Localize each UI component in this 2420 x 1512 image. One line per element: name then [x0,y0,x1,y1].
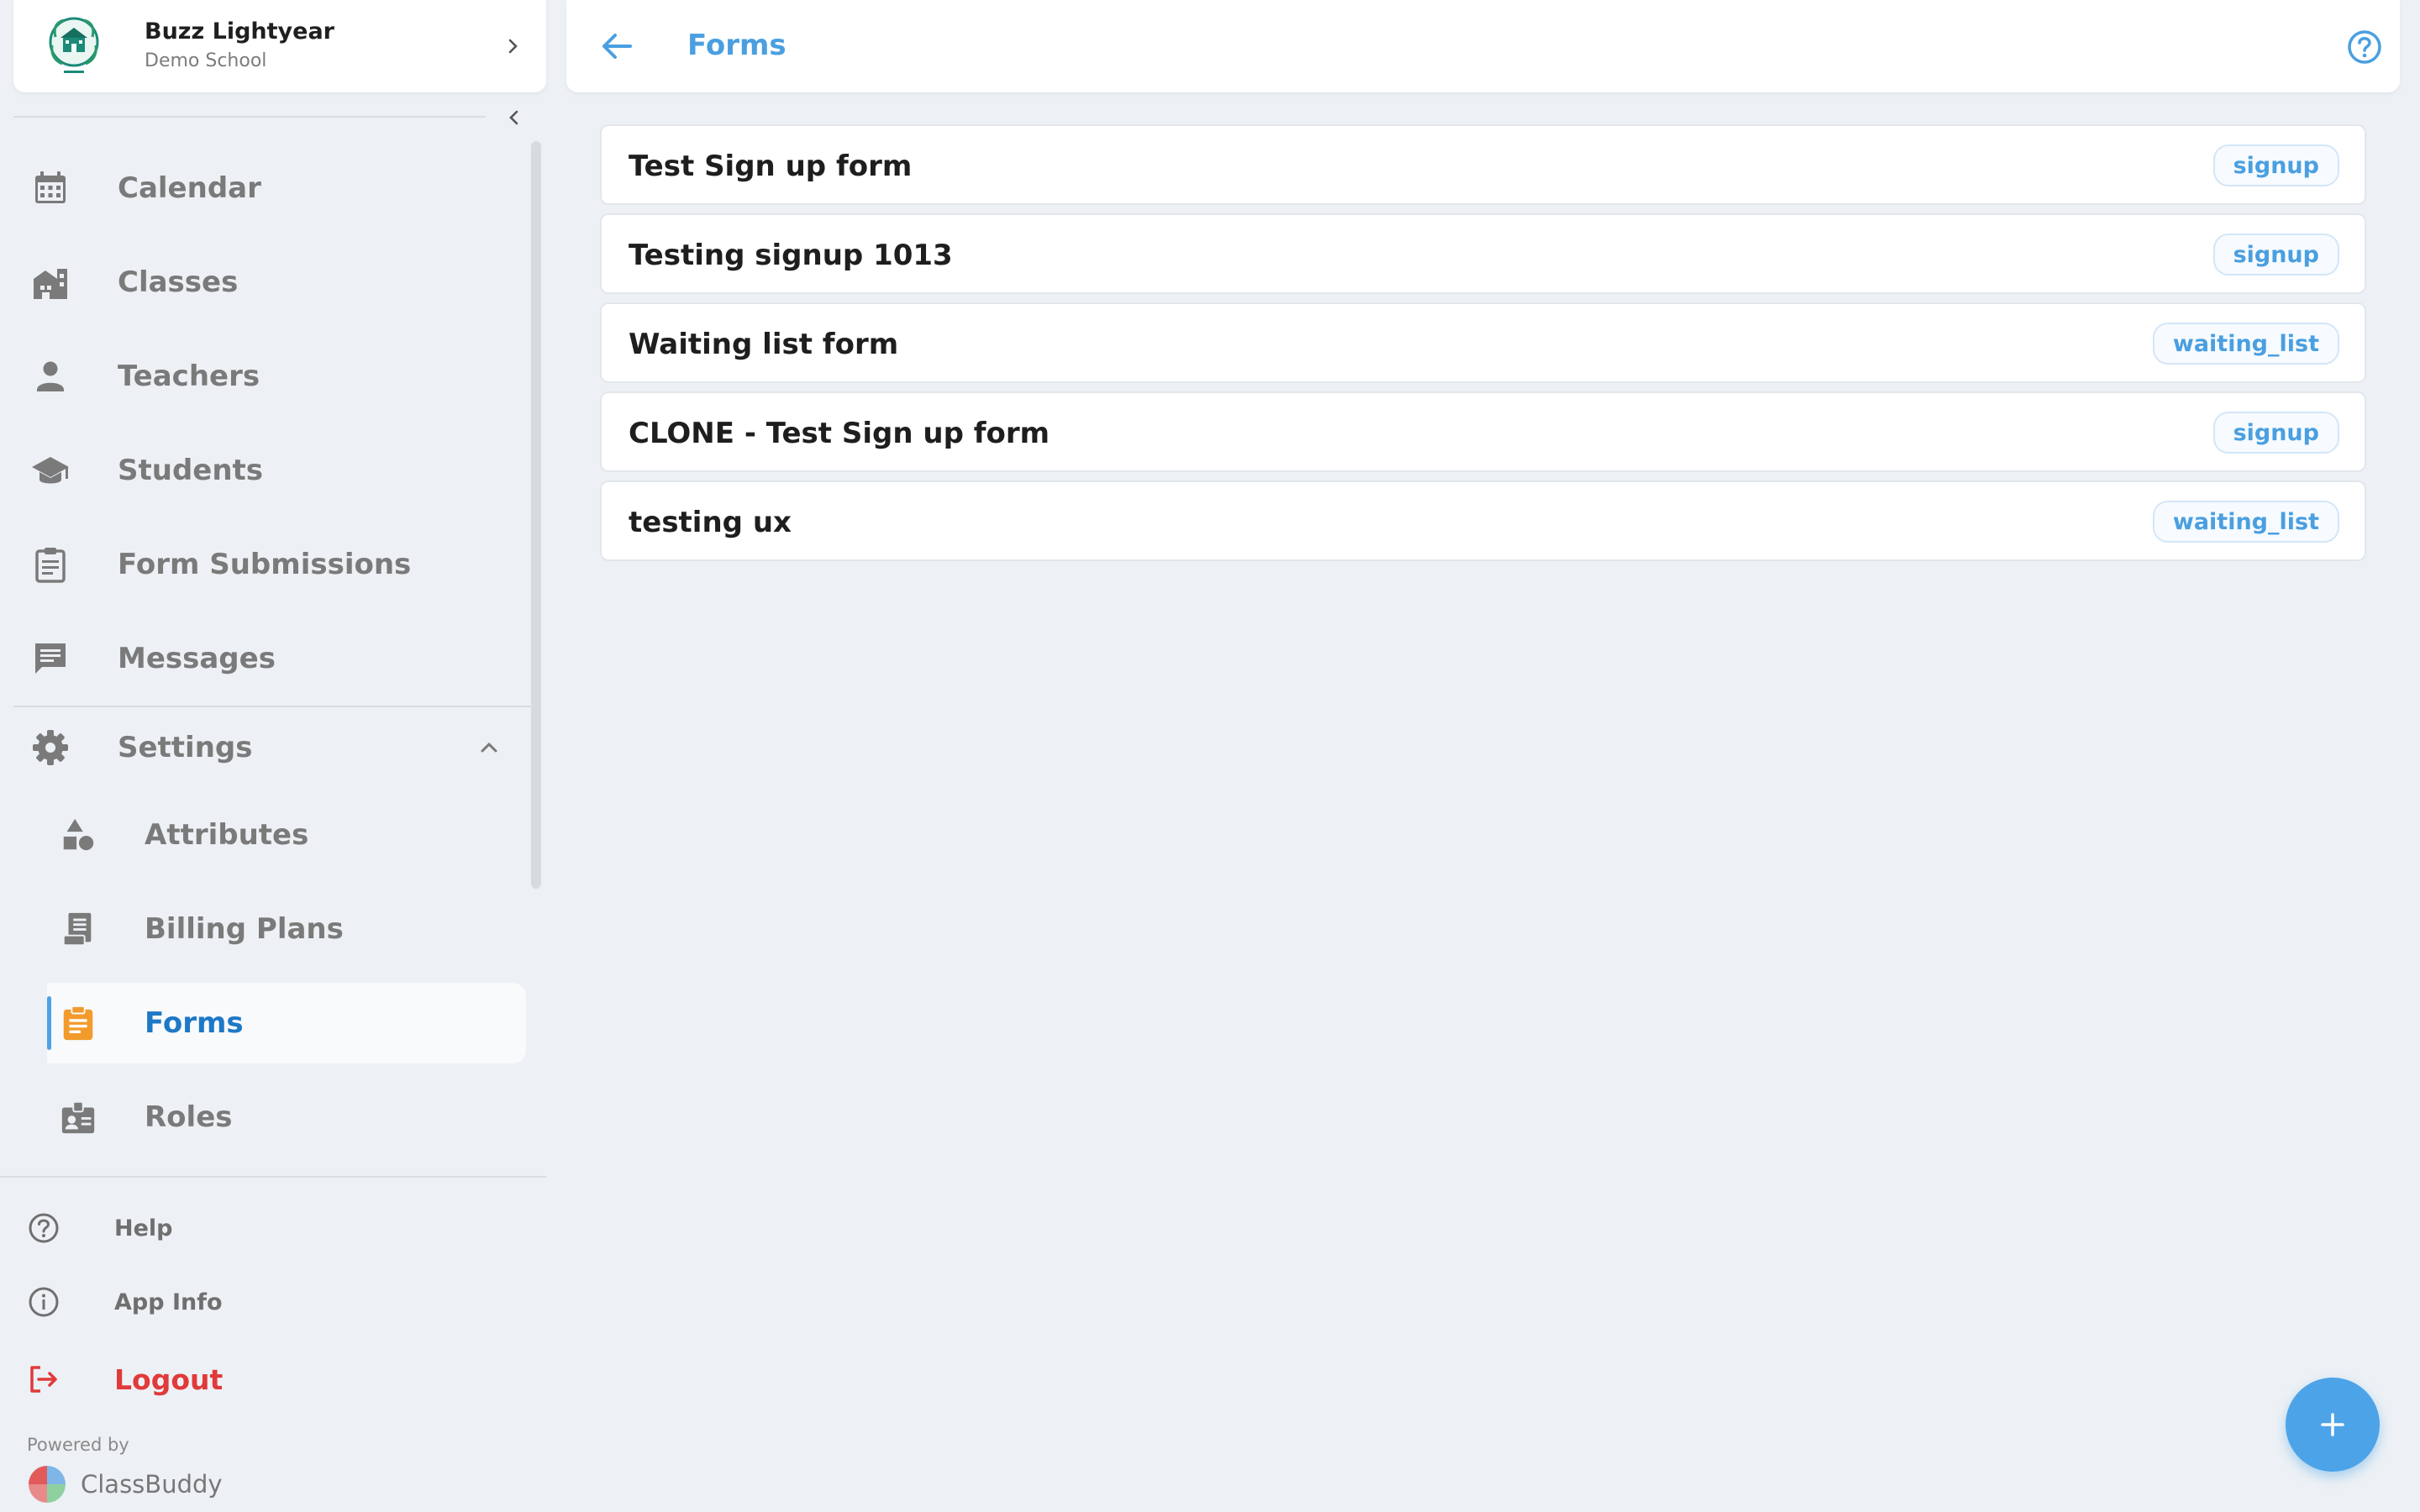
profile-card[interactable]: Buzz Lightyear Demo School [13,0,546,92]
profile-school: Demo School [145,50,267,71]
form-row[interactable]: CLONE - Test Sign up form signup [600,391,2366,472]
sidebar-item-students[interactable]: Students [13,430,526,511]
classes-icon [34,269,67,299]
sidebar-footer-divider [0,1176,546,1178]
form-row[interactable]: testing ux waiting_list [600,480,2366,561]
sidebar-item-label: Classes [118,265,239,299]
calendar-icon [35,171,66,203]
form-name: Testing signup 1013 [629,239,953,272]
sidebar-item-label: Students [118,454,264,487]
receipt-icon [62,912,92,947]
sidebar-item-app-info[interactable]: App Info [0,1268,546,1336]
sidebar-item-form-submissions[interactable]: Form Submissions [13,524,526,605]
sidebar-item-label: Messages [118,642,276,675]
chevron-right-icon[interactable] [504,34,523,59]
help-circle-icon [29,1213,59,1243]
sidebar-item-billing-plans[interactable]: Billing Plans [47,889,526,969]
sidebar-item-label: Billing Plans [145,912,344,946]
badge-icon [61,1100,95,1134]
plus-icon [2321,1413,2344,1436]
back-arrow-icon[interactable] [597,26,637,66]
sidebar-item-roles[interactable]: Roles [47,1077,526,1158]
sidebar-item-label: Attributes [145,818,309,852]
sidebar-item-classes[interactable]: Classes [13,242,526,323]
powered-by-label: Powered by [27,1435,129,1455]
gear-icon [33,730,68,765]
sidebar-item-teachers[interactable]: Teachers [13,336,526,417]
form-name: Test Sign up form [629,150,913,183]
form-list: Test Sign up form signup Testing signup … [600,124,2366,570]
form-name: testing ux [629,506,792,539]
sidebar-item-label: Forms [145,1006,244,1040]
sidebar-item-label: Help [114,1215,173,1242]
info-circle-icon [29,1287,59,1317]
sidebar-item-forms[interactable]: Forms [47,983,526,1063]
help-circle-icon[interactable] [2346,29,2383,66]
sidebar-scrollbar[interactable] [531,141,541,889]
logout-icon [30,1366,57,1393]
form-type-badge: signup [2212,144,2339,186]
top-bar: Forms [566,0,2400,92]
sidebar-item-label: Roles [145,1100,233,1134]
sidebar-item-messages[interactable]: Messages [13,618,526,699]
form-type-badge: signup [2212,234,2339,276]
collapse-sidebar-button[interactable] [501,104,528,131]
app-root: Buzz Lightyear Demo School Calendar Clas… [0,0,2420,1512]
person-icon [37,361,64,391]
form-type-badge: waiting_list [2152,501,2339,543]
profile-name: Buzz Lightyear [145,18,334,45]
form-row[interactable]: Test Sign up form signup [600,124,2366,205]
sidebar-item-help[interactable]: Help [0,1194,546,1262]
form-type-badge: signup [2212,412,2339,454]
sidebar-item-label: Logout [114,1362,224,1396]
sidebar-item-settings[interactable]: Settings [13,707,526,788]
add-form-button[interactable] [2286,1378,2380,1472]
brand[interactable]: ClassBuddy [27,1463,223,1505]
form-row[interactable]: Testing signup 1013 signup [600,213,2366,294]
sidebar-item-label: Settings [118,731,253,764]
message-icon [35,643,66,674]
chevron-up-icon[interactable] [477,738,501,758]
sidebar-item-label: App Info [114,1289,223,1315]
classbuddy-logo [29,1466,66,1503]
chevron-left-icon [509,110,518,125]
clipboard-list-icon [35,548,66,583]
form-name: Waiting list form [629,328,899,361]
sidebar-item-attributes[interactable]: Attributes [47,795,526,875]
sidebar-item-label: Teachers [118,360,260,393]
form-row[interactable]: Waiting list form waiting_list [600,302,2366,383]
brand-name: ClassBuddy [81,1470,223,1499]
sidebar-item-label: Form Submissions [118,548,412,581]
sidebar-divider [13,116,486,118]
sidebar: Buzz Lightyear Demo School Calendar Clas… [0,0,546,1512]
graduation-cap-icon [32,457,69,484]
logout-button[interactable]: Logout [0,1346,546,1413]
school-logo [49,17,99,73]
form-name: CLONE - Test Sign up form [629,417,1050,450]
shapes-icon [63,818,94,851]
page-title: Forms [687,29,786,62]
form-type-badge: waiting_list [2152,323,2339,365]
sidebar-item-label: Calendar [118,171,261,205]
form-clipboard-icon [63,1005,93,1041]
sidebar-item-calendar[interactable]: Calendar [13,148,526,228]
